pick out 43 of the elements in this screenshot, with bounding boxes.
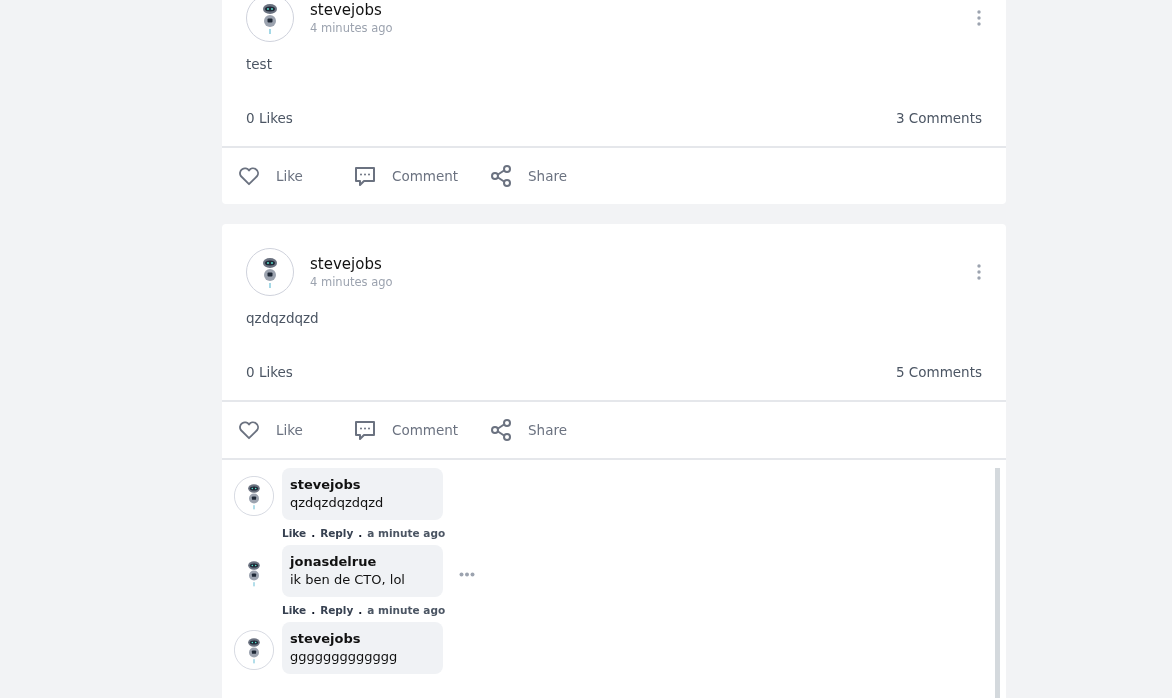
scrollbar[interactable]	[995, 468, 1000, 698]
more-options-icon[interactable]	[459, 571, 475, 577]
comment-author: stevejobs	[290, 631, 362, 646]
comment-button[interactable]: Comment	[354, 165, 459, 187]
post-text: qzdqzdqzd	[246, 310, 319, 326]
author-name: stevejobs	[310, 255, 383, 273]
like-button[interactable]: Like	[238, 166, 303, 186]
heart-icon	[238, 420, 260, 440]
share-button[interactable]: Share	[490, 165, 567, 187]
like-button[interactable]: Like	[238, 420, 303, 440]
robot-avatar	[246, 248, 294, 296]
share-button[interactable]: Share	[490, 419, 567, 441]
separator-dot: .	[310, 604, 317, 616]
comment-author: stevejobs	[290, 477, 362, 492]
comments-count[interactable]: 3 Comments	[895, 110, 982, 146]
likes-count: 0 Likes	[246, 110, 293, 128]
comment-text: qzdqzdqzdqzd	[290, 495, 385, 510]
comment-action-link[interactable]: Reply	[320, 527, 354, 539]
more-options-icon[interactable]	[976, 9, 982, 27]
separator-dot: .	[357, 604, 364, 616]
author-name: stevejobs	[310, 1, 383, 19]
comment-action-link[interactable]: Reply	[320, 604, 354, 616]
heart-icon	[238, 166, 260, 186]
comment-button[interactable]: Comment	[354, 419, 459, 441]
comments-count[interactable]: 5 Comments	[895, 364, 982, 400]
more-options-icon[interactable]	[976, 263, 982, 281]
post-time: 4 minutes ago	[310, 21, 394, 35]
post-text: test	[246, 56, 272, 72]
comment-icon	[354, 419, 376, 441]
comment-text: ggggggggggggg	[290, 649, 399, 664]
comment-text: ik ben de CTO, lol	[290, 572, 406, 587]
comment-author: jonasdelrue	[290, 554, 378, 569]
separator-dot: .	[357, 527, 364, 539]
likes-count: 0 Likes	[246, 364, 293, 382]
comment-icon	[354, 165, 376, 187]
comment-action-link[interactable]: Like	[282, 527, 307, 539]
comment-action-link[interactable]: Like	[282, 604, 307, 616]
separator-dot: .	[310, 527, 317, 539]
comment-time: a minute ago	[367, 604, 446, 616]
share-icon	[490, 419, 512, 441]
comment-time: a minute ago	[367, 527, 446, 539]
post-time: 4 minutes ago	[310, 275, 394, 289]
share-icon	[490, 165, 512, 187]
